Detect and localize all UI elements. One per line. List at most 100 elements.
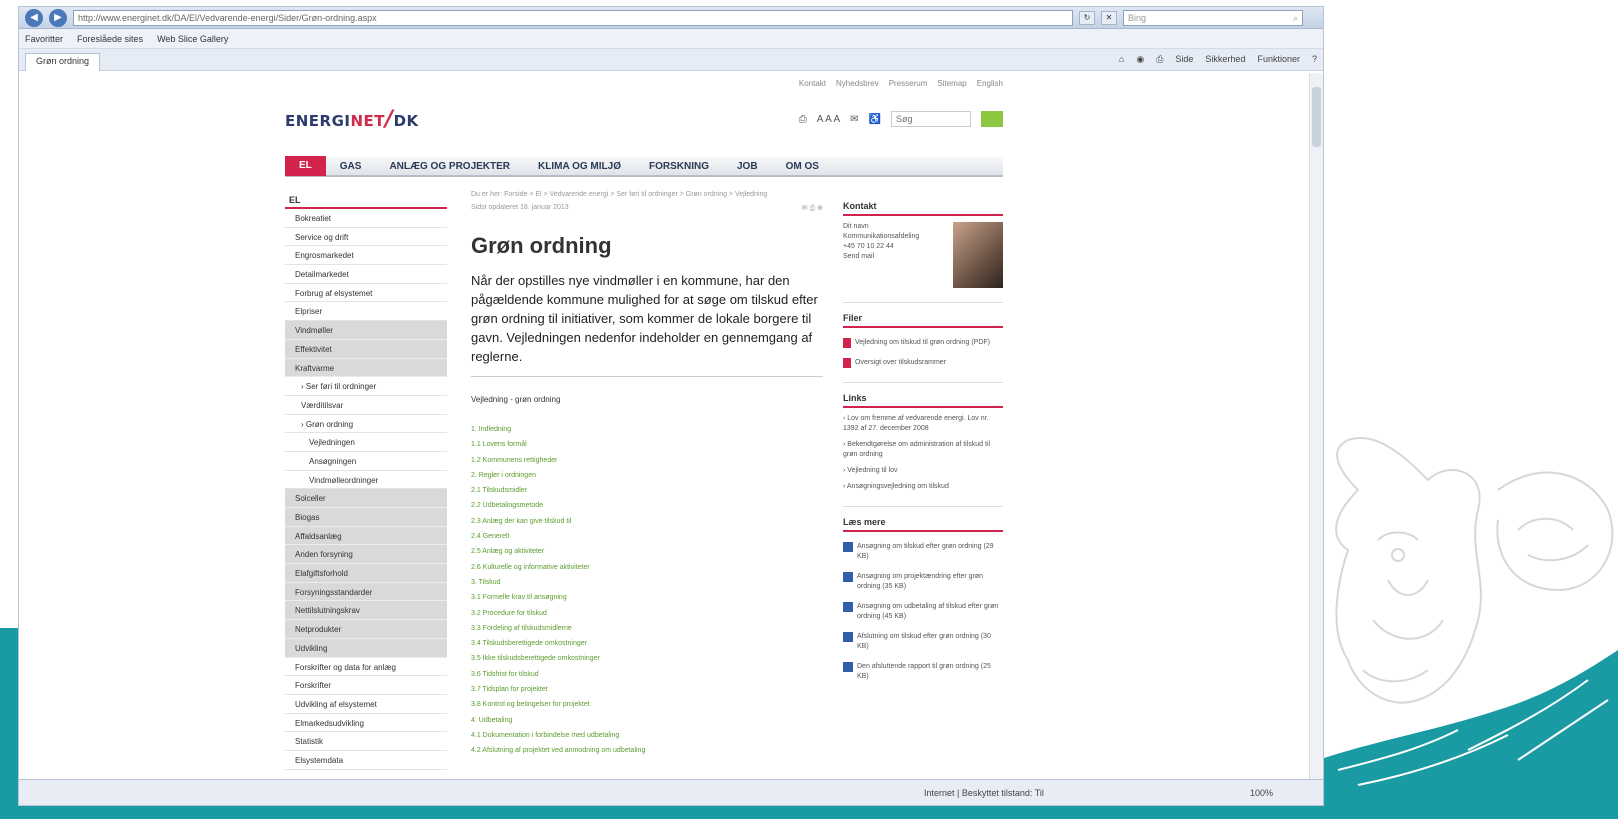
nav-item-job[interactable]: JOB [723, 161, 772, 172]
feeds-icon[interactable]: ◉ [1136, 54, 1144, 65]
toc-link[interactable]: 3.3 Fordeling af tilskudsmidlerne [471, 621, 823, 636]
stop-icon[interactable]: ✕ [1101, 10, 1117, 25]
document-link[interactable]: Ansøgning om projektændring efter grøn o… [843, 572, 1003, 592]
section-nav-item[interactable]: Forskrifter [285, 676, 447, 695]
vertical-scrollbar[interactable] [1309, 73, 1323, 779]
help-icon[interactable]: ? [1312, 54, 1317, 65]
site-logo[interactable]: ENERGINET/DK [285, 107, 419, 132]
command-page[interactable]: Side [1175, 54, 1193, 65]
fav-item-webslice[interactable]: Web Slice Gallery [157, 34, 228, 44]
section-nav-item[interactable]: Kraftvarme [285, 358, 447, 378]
share-icons[interactable]: ✉ ⎙ ⊕ [802, 204, 823, 213]
command-security[interactable]: Sikkerhed [1205, 54, 1245, 65]
forward-icon[interactable]: ▶ [49, 8, 67, 27]
site-search-input[interactable] [891, 111, 971, 127]
command-tools[interactable]: Funktioner [1257, 54, 1300, 65]
util-link-newsletter[interactable]: Nyhedsbrev [836, 79, 879, 88]
section-nav-item[interactable]: Netprodukter [285, 620, 447, 639]
document-link[interactable]: Den afsluttende rapport til grøn ordning… [843, 662, 1003, 682]
nav-item-climate[interactable]: KLIMA OG MILJØ [524, 161, 635, 172]
util-link-english[interactable]: English [977, 79, 1003, 88]
nav-item-gas[interactable]: GAS [326, 161, 376, 172]
zoom-level[interactable]: 100% [1250, 788, 1273, 798]
browser-search-input[interactable]: Bing ⌕ [1123, 9, 1303, 26]
util-link-contact[interactable]: Kontakt [799, 79, 826, 88]
nav-item-projects[interactable]: ANLÆG OG PROJEKTER [375, 161, 524, 172]
section-nav-item[interactable]: › Grøn ordning [285, 415, 447, 434]
section-nav-item[interactable]: Forsyningsstandarder [285, 582, 447, 602]
section-nav-item[interactable]: Forskrifter og data for anlæg [285, 658, 447, 677]
section-nav-item[interactable]: Udvikling [285, 638, 447, 658]
toc-link[interactable]: 2. Regler i ordningen [471, 468, 823, 483]
section-nav-item[interactable]: Elpriser [285, 302, 447, 322]
section-nav-item[interactable]: Værditilsvar [285, 396, 447, 415]
toc-link[interactable]: 4.2 Afslutning af projektet ved anmodnin… [471, 743, 823, 758]
related-link[interactable]: › Lov om fremme af vedvarende energi. Lo… [843, 414, 1003, 434]
toc-link[interactable]: 2.1 Tilskudsmidler [471, 483, 823, 498]
search-icon[interactable]: ⌕ [1293, 11, 1298, 25]
toc-link[interactable]: 2.2 Udbetalingsmetode [471, 498, 823, 513]
section-nav-item[interactable]: Nettilslutningskrav [285, 601, 447, 621]
section-nav-item[interactable]: Vejledningen [285, 433, 447, 452]
util-link-press[interactable]: Presserum [889, 79, 928, 88]
section-nav-item[interactable]: Effektivitet [285, 339, 447, 359]
nav-item-about[interactable]: OM OS [772, 161, 833, 172]
section-nav-item[interactable]: › Ser føri til ordninger [285, 377, 447, 396]
related-link[interactable]: › Vejledning til lov [843, 466, 1003, 476]
section-nav-item[interactable]: Service og drift [285, 228, 447, 247]
section-nav-item[interactable]: Udvikling af elsystemet [285, 695, 447, 714]
toc-link[interactable]: 2.5 Anlæg og aktiviteter [471, 544, 823, 559]
document-link[interactable]: Ansøgning om udbetaling af tilskud efter… [843, 602, 1003, 622]
print-icon[interactable]: ⎙ [1156, 54, 1163, 65]
accessibility-icon[interactable]: ♿ [869, 114, 881, 125]
section-nav-item[interactable]: Detailmarkedet [285, 265, 447, 284]
section-nav-item[interactable]: Anden forsyning [285, 545, 447, 565]
util-link-sitemap[interactable]: Sitemap [937, 79, 966, 88]
section-nav-item[interactable]: Ansøgningen [285, 452, 447, 471]
section-nav-item[interactable]: Solceller [285, 489, 447, 508]
section-nav-item[interactable]: Elmarkedsudvikling [285, 714, 447, 733]
section-nav-item[interactable]: Elafgiftsforhold [285, 564, 447, 583]
toc-link[interactable]: 1.2 Kommunens rettigheder [471, 453, 823, 468]
section-nav-item[interactable]: Biogas [285, 508, 447, 527]
section-nav-item[interactable]: Bokreatiet [285, 209, 447, 228]
toc-link[interactable]: 1.1 Lovens formål [471, 437, 823, 452]
nav-item-el[interactable]: EL [285, 156, 326, 176]
toc-link[interactable]: 4.1 Dokumentation i forbindelse med udbe… [471, 728, 823, 743]
toc-link[interactable]: 2.6 Kulturelle og informative aktivitete… [471, 560, 823, 575]
security-zone[interactable]: Internet | Beskyttet tilstand: Til [924, 788, 1044, 798]
document-link[interactable]: Ansøgning om tilskud efter grøn ordning … [843, 542, 1003, 562]
toc-link[interactable]: 3.5 Ikke tilskudsberettigede omkostninge… [471, 651, 823, 666]
tab-gron-ordning[interactable]: Grøn ordning [25, 52, 101, 71]
toc-link[interactable]: 2.4 Generelt [471, 529, 823, 544]
toc-link[interactable]: 3.7 Tidsplan for projektet [471, 682, 823, 697]
toc-link[interactable]: 3.8 Kontrol og betingelser for projektet [471, 697, 823, 712]
home-icon[interactable]: ⌂ [1119, 54, 1124, 65]
document-link[interactable]: Afslutning om tilskud efter grøn ordning… [843, 632, 1003, 652]
refresh-icon[interactable]: ↻ [1079, 10, 1095, 25]
section-nav-item[interactable]: Affaldsanlæg [285, 526, 447, 546]
toc-link[interactable]: 3.4 Tilskudsberettigede omkostninger [471, 636, 823, 651]
related-link[interactable]: › Bekendtgørelse om administration af ti… [843, 440, 1003, 460]
site-search-button[interactable] [981, 111, 1003, 127]
scrollbar-thumb[interactable] [1312, 87, 1321, 147]
toc-link[interactable]: 3.6 Tidsfrist for tilskud [471, 667, 823, 682]
nav-item-research[interactable]: FORSKNING [635, 161, 723, 172]
section-nav-item[interactable]: Vindmøller [285, 321, 447, 340]
mail-icon[interactable]: ✉ [850, 114, 858, 125]
toc-link[interactable]: 4. Udbetaling [471, 713, 823, 728]
address-input[interactable]: http://www.energinet.dk/DA/El/Vedvarende… [73, 9, 1073, 26]
toc-link[interactable]: 3.2 Procedure for tilskud [471, 606, 823, 621]
file-link[interactable]: Oversigt over tilskudsrammer [843, 358, 1003, 368]
print-page-icon[interactable]: ⎙ [799, 114, 807, 125]
section-nav-item[interactable]: Statistik [285, 732, 447, 751]
text-size-control[interactable]: A A A [817, 114, 840, 125]
section-nav-item[interactable]: Vindmølleordninger [285, 471, 447, 490]
toc-link[interactable]: 3. Tilskud [471, 575, 823, 590]
fav-item-suggested[interactable]: Foreslåede sites [77, 34, 143, 44]
favorites-button[interactable]: Favoritter [25, 34, 63, 44]
contact-mail-link[interactable]: Send mail [843, 252, 919, 262]
toc-link[interactable]: 2.3 Anlæg der kan give tilskud til [471, 514, 823, 529]
section-nav-item[interactable]: Elsystemdata [285, 751, 447, 770]
section-nav-item[interactable]: Forbrug af elsystemet [285, 284, 447, 303]
